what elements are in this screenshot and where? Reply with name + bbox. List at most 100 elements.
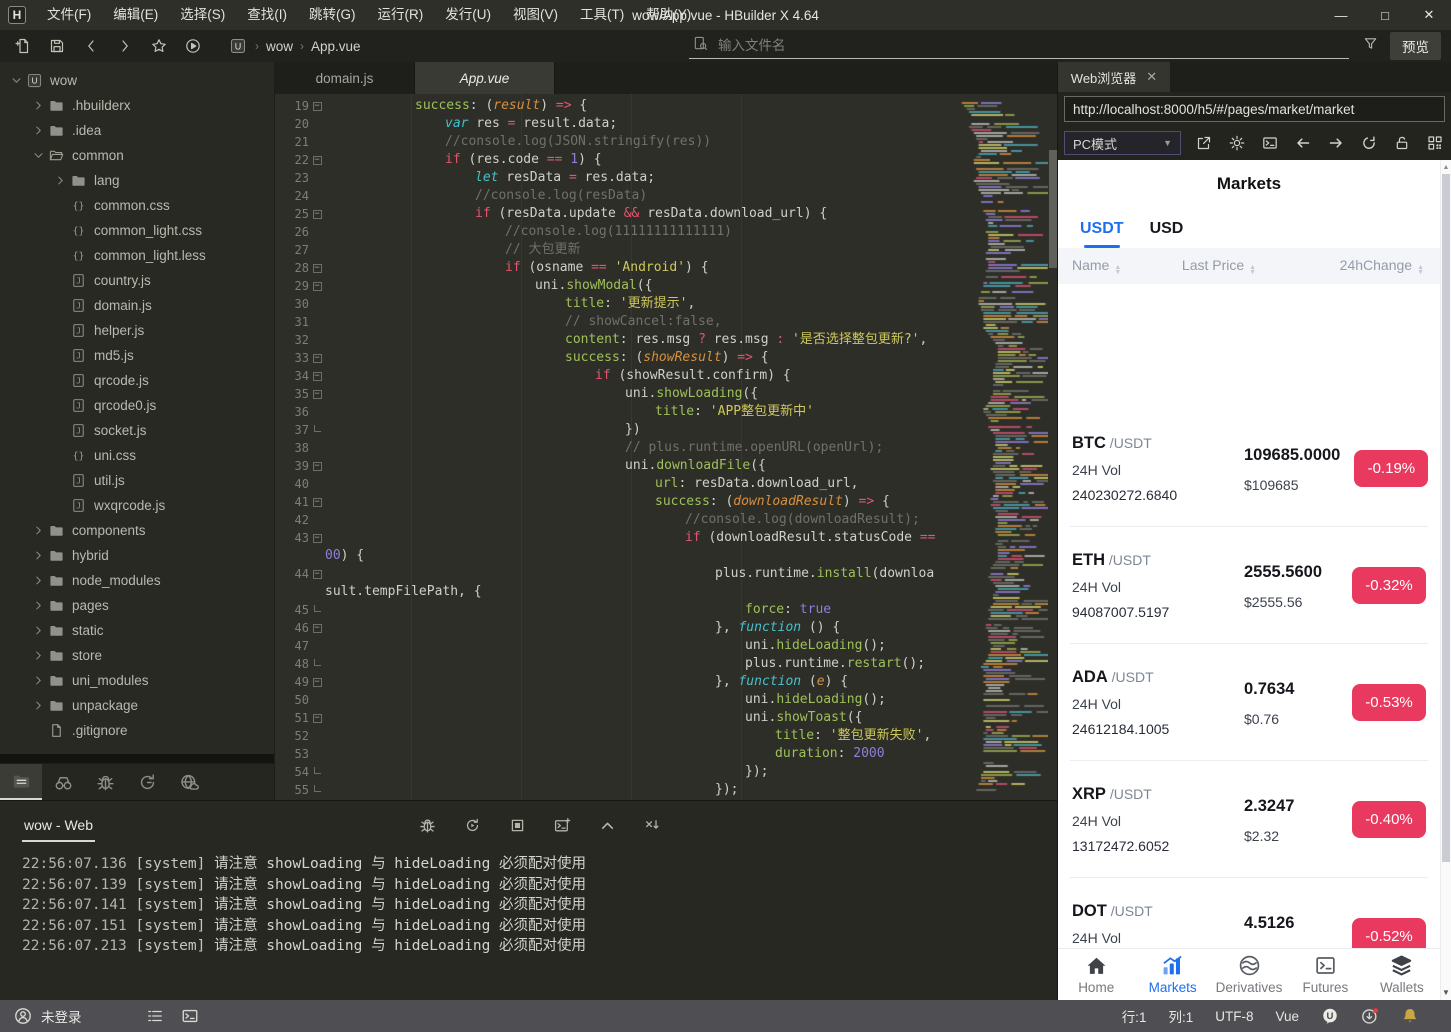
tree-item-hybrid[interactable]: hybrid [0,543,274,568]
tree-item-qrcode0.js[interactable]: Jqrcode0.js [0,393,274,418]
console-restart-icon[interactable] [464,817,481,834]
sidebar-tool-sync[interactable] [126,764,168,800]
column-header-last-price[interactable]: Last Price ▲ ▼ [1144,257,1294,276]
nav-item-markets[interactable]: Markets [1134,954,1210,995]
menu-item-2[interactable]: 选择(S) [169,0,236,30]
terminal-icon[interactable] [1260,133,1280,153]
fold-marker-icon[interactable]: − [309,263,325,273]
currency-tab-USD[interactable]: USD [1150,220,1184,248]
preview-button[interactable]: 预览 [1390,32,1441,60]
tree-item-components[interactable]: components [0,518,274,543]
tree-item-common_light.less[interactable]: {} common_light.less [0,243,274,268]
nav-back-icon[interactable] [78,35,104,57]
scroll-thumb[interactable] [1442,174,1450,862]
console-stop-icon[interactable] [509,817,526,834]
code-view[interactable]: 19− success: (result) => {20 var res = res… [275,94,935,800]
fold-marker-icon[interactable]: − [309,569,325,579]
fold-marker-icon[interactable]: − [309,497,325,507]
menu-item-6[interactable]: 发行(U) [434,0,502,30]
nav-item-futures[interactable]: Futures [1287,954,1363,995]
tree-item-node_modules[interactable]: node_modules [0,568,274,593]
editor-tab-domain.js[interactable]: domain.js [275,62,415,94]
tree-item-unpackage[interactable]: unpackage [0,693,274,718]
tree-item-socket.js[interactable]: Jsocket.js [0,418,274,443]
status-field[interactable]: Vue [1275,1009,1299,1024]
nav-item-home[interactable]: Home [1058,954,1134,995]
nav-forward-icon[interactable] [112,35,138,57]
refresh-icon[interactable] [1359,133,1379,153]
status-field[interactable]: 列:1 [1168,1006,1193,1026]
tree-item-pages[interactable]: pages [0,593,274,618]
sidebar-tool-binoculars[interactable] [42,764,84,800]
editor-tab-App.vue[interactable]: App.vue [415,62,555,94]
tree-item-store[interactable]: store [0,643,274,668]
tree-item-common_light.css[interactable]: {} common_light.css [0,218,274,243]
login-status[interactable]: 未登录 [41,1006,82,1026]
console-clear-icon[interactable] [644,817,661,834]
tree-item-uni_modules[interactable]: uni_modules [0,668,274,693]
chevron-right-icon[interactable] [30,648,46,664]
tree-item-.hbuilderx[interactable]: .hbuilderx [0,93,274,118]
market-row-BTC[interactable]: BTC /USDT 24H Vol 240230272.6840 109685.000… [1058,410,1440,527]
chevron-right-icon[interactable] [30,98,46,114]
console-chevron-up-icon[interactable] [599,817,616,834]
fold-marker-icon[interactable]: − [309,713,325,723]
fold-marker-icon[interactable]: − [309,389,325,399]
tree-item-wxqrcode.js[interactable]: Jwxqrcode.js [0,493,274,518]
tree-item-static[interactable]: static [0,618,274,643]
tree-item-helper.js[interactable]: Jhelper.js [0,318,274,343]
chevron-right-icon[interactable] [30,698,46,714]
close-button[interactable]: ✕ [1407,0,1451,30]
menu-item-0[interactable]: 文件(F) [36,0,102,30]
arrow-left-icon[interactable] [1293,133,1313,153]
filter-icon[interactable] [1363,36,1378,51]
tree-item-util.js[interactable]: Jutil.js [0,468,274,493]
column-header-24hchange[interactable]: 24hChange ▲ ▼ [1294,257,1426,276]
tree-item-.gitignore[interactable]: .gitignore [0,718,274,743]
market-row-XRP[interactable]: XRP /USDT 24H Vol 13172472.6052 2.3247 $2.32… [1058,761,1440,878]
scroll-up-icon[interactable]: ▲ [1441,160,1451,174]
tree-item-.idea[interactable]: .idea [0,118,274,143]
file-search-input[interactable] [716,37,1345,54]
fold-marker-icon[interactable]: − [309,623,325,633]
chevron-right-icon[interactable] [30,573,46,589]
file-search-field[interactable] [689,33,1349,59]
fold-marker-icon[interactable]: − [309,677,325,687]
status-field[interactable]: UTF-8 [1215,1009,1253,1024]
menu-item-1[interactable]: 编辑(E) [102,0,169,30]
browser-scrollbar[interactable]: ▲ ▼ [1440,160,1451,1000]
fold-marker-icon[interactable]: − [309,281,325,291]
tree-item-uni.css[interactable]: {} uni.css [0,443,274,468]
chevron-down-icon[interactable] [8,73,24,89]
tree-item-common[interactable]: common [0,143,274,168]
chevron-right-icon[interactable] [30,548,46,564]
user-circle-icon[interactable] [14,1007,32,1025]
menu-item-7[interactable]: 视图(V) [502,0,569,30]
save-icon[interactable] [44,35,70,57]
console-bug-icon[interactable] [419,817,436,834]
market-row-ETH[interactable]: ETH /USDT 24H Vol 94087007.5197 2555.5600 $2… [1058,527,1440,644]
breadcrumb-item[interactable]: wow [266,39,293,54]
editor-scrollbar[interactable] [1049,150,1057,268]
fold-marker-icon[interactable]: − [309,533,325,543]
browser-tab[interactable]: Web浏览器 ✕ [1058,62,1170,92]
tree-item-md5.js[interactable]: Jmd5.js [0,343,274,368]
market-row-ADA[interactable]: ADA /USDT 24H Vol 24612184.1005 0.7634 $0.76… [1058,644,1440,761]
tree-item-domain.js[interactable]: Jdomain.js [0,293,274,318]
close-icon[interactable]: ✕ [1146,69,1157,85]
device-mode-select[interactable]: PC模式 ▼ [1064,131,1181,155]
sidebar-tool-globe-cloud[interactable] [168,764,210,800]
down-badge-icon[interactable] [1361,1007,1379,1025]
currency-tab-USDT[interactable]: USDT [1080,220,1124,248]
tree-item-wow[interactable]: Uwow [0,68,274,93]
new-file-icon[interactable] [10,35,36,57]
console-tab[interactable]: wow - Web [22,811,95,842]
breadcrumb-item[interactable]: App.vue [311,39,361,54]
tree-item-country.js[interactable]: Jcountry.js [0,268,274,293]
chevron-down-icon[interactable] [30,148,46,164]
menu-item-3[interactable]: 查找(I) [236,0,298,30]
filter-icon[interactable] [1363,36,1378,56]
nav-item-derivatives[interactable]: Derivatives [1211,954,1287,995]
arrow-right-icon[interactable] [1326,133,1346,153]
menu-item-5[interactable]: 运行(R) [367,0,435,30]
